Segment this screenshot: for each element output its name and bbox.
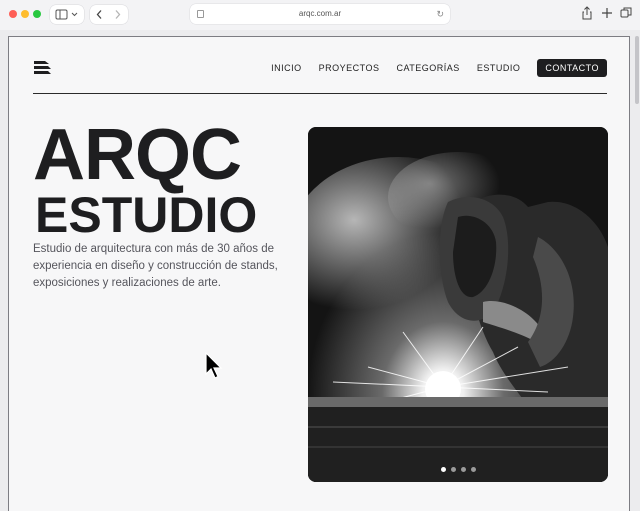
contacto-button[interactable]: CONTACTO (537, 59, 607, 77)
nav-estudio[interactable]: ESTUDIO (477, 63, 521, 73)
hero-carousel[interactable] (308, 127, 608, 482)
history-nav (90, 5, 128, 24)
scrollbar[interactable] (635, 36, 639, 104)
carousel-dot-1[interactable] (440, 467, 446, 472)
tabs-overview-icon[interactable] (620, 6, 632, 20)
carousel-dot-2[interactable] (450, 467, 456, 472)
reload-icon[interactable]: ↻ (436, 4, 444, 24)
minimize-window-button[interactable] (21, 10, 29, 18)
back-icon[interactable] (96, 10, 102, 19)
zoom-window-button[interactable] (33, 10, 41, 18)
chevron-down-icon (71, 12, 78, 17)
sidebar-icon (55, 9, 78, 20)
hero-title: ARQC (33, 115, 242, 195)
main-nav: INICIO PROYECTOS CATEGORÍAS ESTUDIO CONT… (254, 59, 607, 77)
hero-subtitle: ESTUDIO (35, 187, 258, 243)
nav-inicio[interactable]: INICIO (271, 63, 302, 73)
carousel-dot-4[interactable] (470, 467, 476, 472)
sidebar-toggle-button[interactable] (50, 5, 84, 24)
url-text: arqc.com.ar (298, 9, 342, 18)
hero-description: Estudio de arquitectura con más de 30 añ… (33, 243, 278, 289)
close-window-button[interactable] (9, 10, 17, 18)
welder-photo (308, 127, 608, 482)
web-page: INICIO PROYECTOS CATEGORÍAS ESTUDIO CONT… (8, 36, 630, 511)
arqc-logo[interactable] (33, 59, 53, 77)
nav-proyectos[interactable]: PROYECTOS (319, 63, 380, 73)
nav-categorias[interactable]: CATEGORÍAS (396, 63, 459, 73)
share-icon[interactable] (581, 6, 593, 20)
header-divider (33, 93, 607, 94)
carousel-dot-3[interactable] (460, 467, 466, 472)
carousel-dots (308, 467, 608, 472)
mouse-cursor-icon (205, 352, 223, 379)
new-tab-icon[interactable] (601, 6, 613, 20)
forward-icon[interactable] (115, 10, 121, 19)
address-bar[interactable]: arqc.com.ar ↻ (190, 4, 450, 24)
browser-toolbar: arqc.com.ar ↻ (0, 0, 640, 30)
